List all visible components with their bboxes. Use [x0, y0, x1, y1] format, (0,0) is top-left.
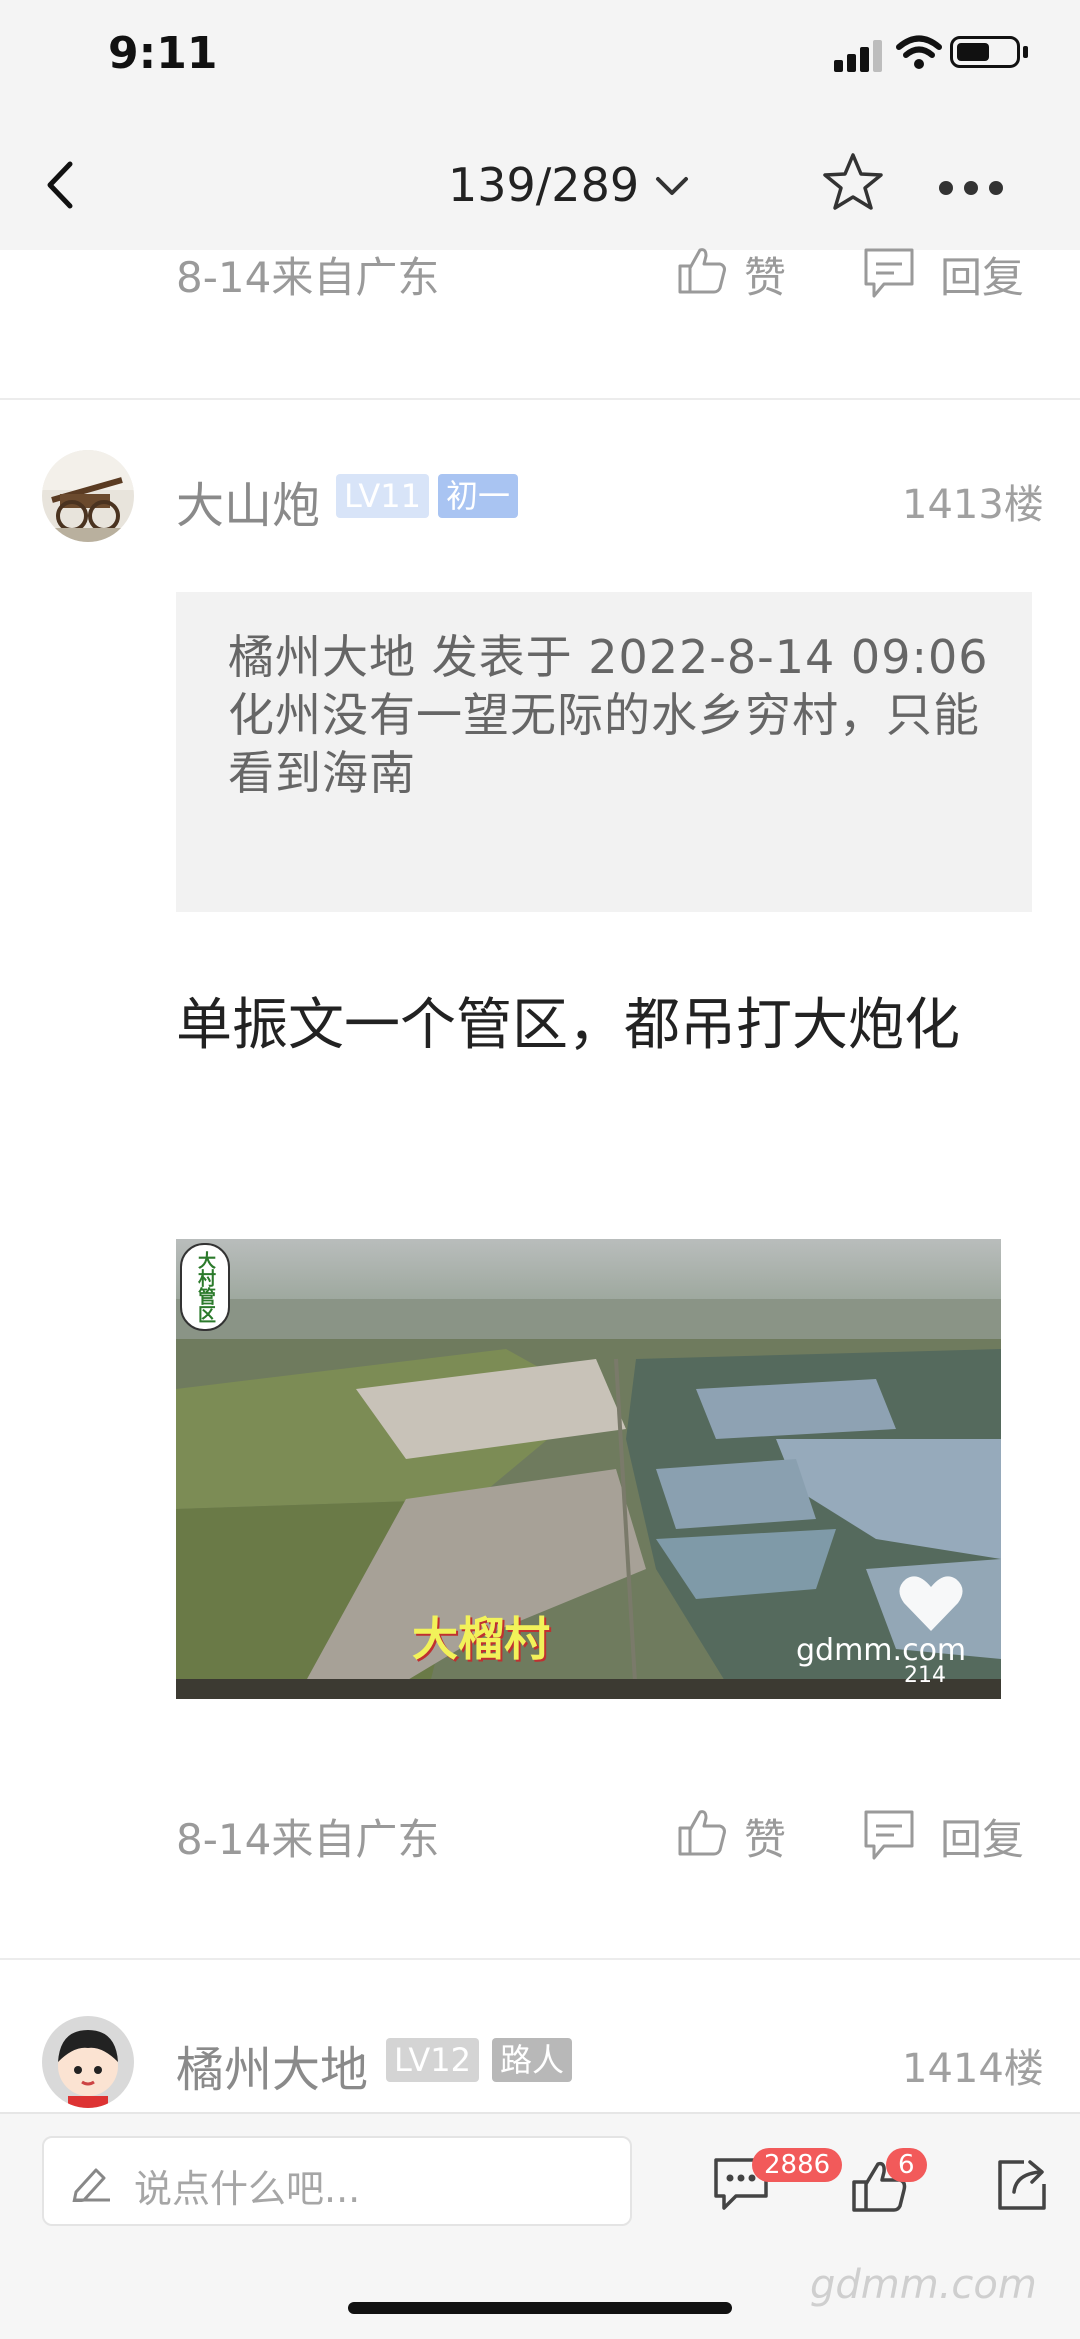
page-indicator[interactable]: 139/289	[448, 158, 639, 212]
chevron-down-icon[interactable]	[654, 174, 690, 198]
thumbs-up-icon[interactable]	[676, 1806, 728, 1858]
image-like-count: 214	[904, 1663, 946, 1688]
wifi-icon	[896, 35, 942, 69]
sticker: 大村管区	[180, 1243, 230, 1331]
pencil-icon	[72, 2168, 110, 2202]
post-divider	[0, 398, 1080, 400]
more-icon[interactable]	[938, 180, 1004, 196]
sticker-text: 大村管区	[195, 1251, 216, 1323]
avatar[interactable]	[42, 450, 134, 542]
post-divider	[0, 1958, 1080, 1960]
status-time: 9:11	[108, 28, 218, 79]
battery-icon	[950, 36, 1020, 68]
reply-icon[interactable]	[862, 1808, 916, 1862]
share-icon[interactable]	[994, 2158, 1048, 2212]
rank-badge: 路人	[492, 2038, 573, 2082]
comment-count-badge: 2886	[752, 2148, 843, 2182]
post-body: 单振文一个管区，都吊打大炮化	[176, 993, 960, 1058]
rank-badge: 初一	[438, 474, 519, 518]
home-indicator[interactable]	[348, 2302, 732, 2314]
avatar[interactable]	[42, 2016, 134, 2108]
username[interactable]: 橘州大地	[176, 2030, 368, 2100]
post-date-location: 8-14来自广东	[176, 1815, 440, 1864]
reply-button[interactable]: 回复	[940, 244, 1024, 305]
post-image[interactable]: 大村管区 大榴村 gdmm.com 214	[176, 1239, 1001, 1699]
heart-icon[interactable]	[896, 1573, 966, 1635]
reply-icon[interactable]	[862, 246, 916, 300]
like-button[interactable]: 赞	[744, 1806, 786, 1867]
floor-number: 1414楼	[902, 2046, 1044, 2092]
image-caption: 大榴村	[412, 1612, 550, 1666]
watermark: gdmm.com	[810, 2262, 1037, 2308]
quote-text: 橘州大地 发表于 2022-8-14 09:06化州没有一望无际的水乡穷村，只能…	[228, 630, 989, 800]
like-button[interactable]: 赞	[744, 244, 786, 305]
thumbs-up-icon[interactable]	[676, 244, 728, 296]
like-count-badge: 6	[886, 2148, 927, 2182]
level-badge: LV11	[336, 474, 429, 518]
battery-tip	[1023, 46, 1028, 58]
post-date-location: 8-14来自广东	[176, 253, 440, 302]
battery-level	[957, 43, 989, 61]
username[interactable]: 大山炮	[176, 466, 320, 536]
cellular-signal-icon	[834, 40, 882, 72]
floor-number: 1413楼	[902, 482, 1044, 528]
reply-button[interactable]: 回复	[940, 1806, 1024, 1867]
aerial-village-photo	[176, 1239, 1001, 1699]
star-icon[interactable]	[820, 150, 886, 216]
level-badge: LV12	[386, 2038, 479, 2082]
comment-placeholder[interactable]: 说点什么吧...	[134, 2158, 360, 2213]
back-icon[interactable]	[40, 160, 80, 210]
